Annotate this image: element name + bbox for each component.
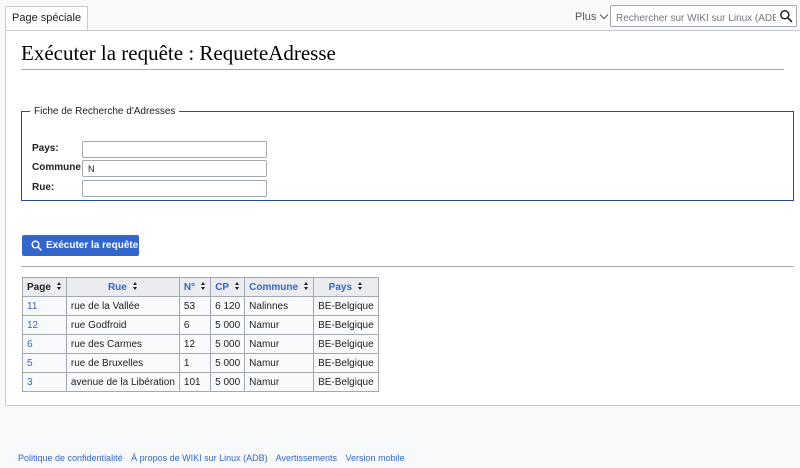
results-table: Page Rue N° CP Commune Pays 11 rue de la…	[22, 277, 379, 392]
cell-rue: rue de la Vallée	[65, 296, 180, 316]
search-icon[interactable]	[779, 9, 793, 23]
run-query-button[interactable]: Exécuter la requête	[22, 235, 139, 256]
cell-rue: rue de Bruxelles	[65, 353, 180, 373]
header-rue[interactable]: Rue	[65, 277, 180, 297]
cell-page: 6	[22, 334, 67, 354]
header-label: CP	[215, 281, 230, 293]
sort-icon	[201, 282, 206, 291]
cell-page: 3	[22, 372, 67, 392]
cell-page: 12	[22, 315, 67, 335]
content-area: Exécuter la requête : RequeteAdresse Fic…	[5, 30, 800, 406]
sort-icon	[235, 282, 240, 291]
cell-pays: BE-Belgique	[313, 353, 379, 373]
cell-cp: 5 000	[210, 315, 246, 335]
header-cp[interactable]: CP	[210, 277, 246, 297]
cell-pays: BE-Belgique	[313, 315, 379, 335]
field-row-commune: Commune:	[32, 160, 292, 177]
cell-commune: Namur	[244, 353, 315, 373]
cell-rue: rue des Carmes	[65, 334, 180, 354]
cell-num: 12	[178, 334, 212, 354]
footer-link-disclaimers[interactable]: Avertissements	[276, 453, 337, 463]
sort-icon	[304, 282, 309, 291]
top-bar: Page spéciale Plus	[0, 0, 800, 31]
header-num[interactable]: N°	[178, 277, 212, 297]
cell-page: 11	[22, 296, 67, 316]
field-row-rue: Rue:	[32, 180, 292, 197]
footer-link-about[interactable]: À propos de WIKI sur Linux (ADB)	[131, 453, 268, 463]
cell-num: 53	[178, 296, 212, 316]
table-row: 12 rue Godfroid 6 5 000 Namur BE-Belgiqu…	[22, 315, 379, 335]
header-page[interactable]: Page	[22, 277, 67, 297]
page-link[interactable]: 6	[27, 339, 33, 350]
footer: Politique de confidentialité À propos de…	[18, 453, 411, 463]
table-row: 3 avenue de la Libération 101 5 000 Namu…	[22, 372, 379, 392]
field-row-pays: Pays:	[32, 141, 292, 158]
cell-page: 5	[22, 353, 67, 373]
more-menu[interactable]: Plus	[570, 7, 612, 27]
cell-rue: avenue de la Libération	[65, 372, 180, 392]
cell-num: 6	[178, 315, 212, 335]
header-label: Commune	[249, 281, 299, 293]
tab-special-page[interactable]: Page spéciale	[5, 6, 89, 31]
table-row: 6 rue des Carmes 12 5 000 Namur BE-Belgi…	[22, 334, 379, 354]
sort-icon	[132, 282, 138, 291]
commune-input[interactable]	[82, 160, 267, 177]
cell-pays: BE-Belgique	[313, 334, 379, 354]
run-query-label: Exécuter la requête	[46, 240, 139, 251]
cell-num: 101	[178, 372, 212, 392]
rue-label: Rue:	[32, 182, 55, 193]
cell-commune: Namur	[244, 372, 315, 392]
table-row: 5 rue de Bruxelles 1 5 000 Namur BE-Belg…	[22, 353, 379, 373]
header-label: N°	[183, 281, 196, 293]
cell-cp: 5 000	[210, 372, 246, 392]
cell-commune: Namur	[244, 334, 315, 354]
address-search-form: Fiche de Recherche d'Adresses Pays: Comm…	[21, 106, 794, 201]
cell-pays: BE-Belgique	[313, 372, 379, 392]
cell-num: 1	[178, 353, 212, 373]
more-menu-label: Plus	[575, 11, 597, 23]
table-row: 11 rue de la Vallée 53 6 120 Nalinnes BE…	[22, 296, 379, 316]
cell-pays: BE-Belgique	[313, 296, 379, 316]
divider	[21, 266, 794, 267]
page-link[interactable]: 12	[27, 320, 38, 331]
footer-link-privacy[interactable]: Politique de confidentialité	[18, 453, 123, 463]
cell-cp: 5 000	[210, 334, 246, 354]
cell-commune: Nalinnes	[244, 296, 315, 316]
footer-link-mobile[interactable]: Version mobile	[346, 453, 405, 463]
sort-icon	[358, 282, 363, 291]
page-link[interactable]: 11	[27, 301, 37, 312]
header-label: Page	[27, 281, 51, 293]
header-label: Rue	[107, 281, 127, 293]
page-link[interactable]: 3	[27, 377, 33, 388]
search-icon	[31, 240, 42, 251]
cell-cp: 6 120	[210, 296, 246, 316]
page-link[interactable]: 5	[27, 358, 33, 369]
search-input[interactable]	[611, 8, 776, 29]
pays-input[interactable]	[82, 141, 267, 158]
cell-cp: 5 000	[210, 353, 246, 373]
sort-icon	[56, 282, 62, 291]
search-box	[610, 5, 797, 29]
form-legend: Fiche de Recherche d'Adresses	[34, 106, 176, 117]
pays-label: Pays:	[32, 143, 59, 154]
commune-label: Commune:	[32, 162, 85, 173]
cell-rue: rue Godfroid	[65, 315, 180, 335]
header-commune[interactable]: Commune	[244, 277, 315, 297]
rue-input[interactable]	[82, 180, 267, 197]
cell-commune: Namur	[244, 315, 315, 335]
chevron-down-icon	[600, 10, 609, 20]
table-header-row: Page Rue N° CP Commune Pays	[22, 277, 379, 297]
header-label: Pays	[328, 281, 353, 293]
header-pays[interactable]: Pays	[313, 277, 379, 297]
page-title: Exécuter la requête : RequeteAdresse	[21, 41, 784, 70]
